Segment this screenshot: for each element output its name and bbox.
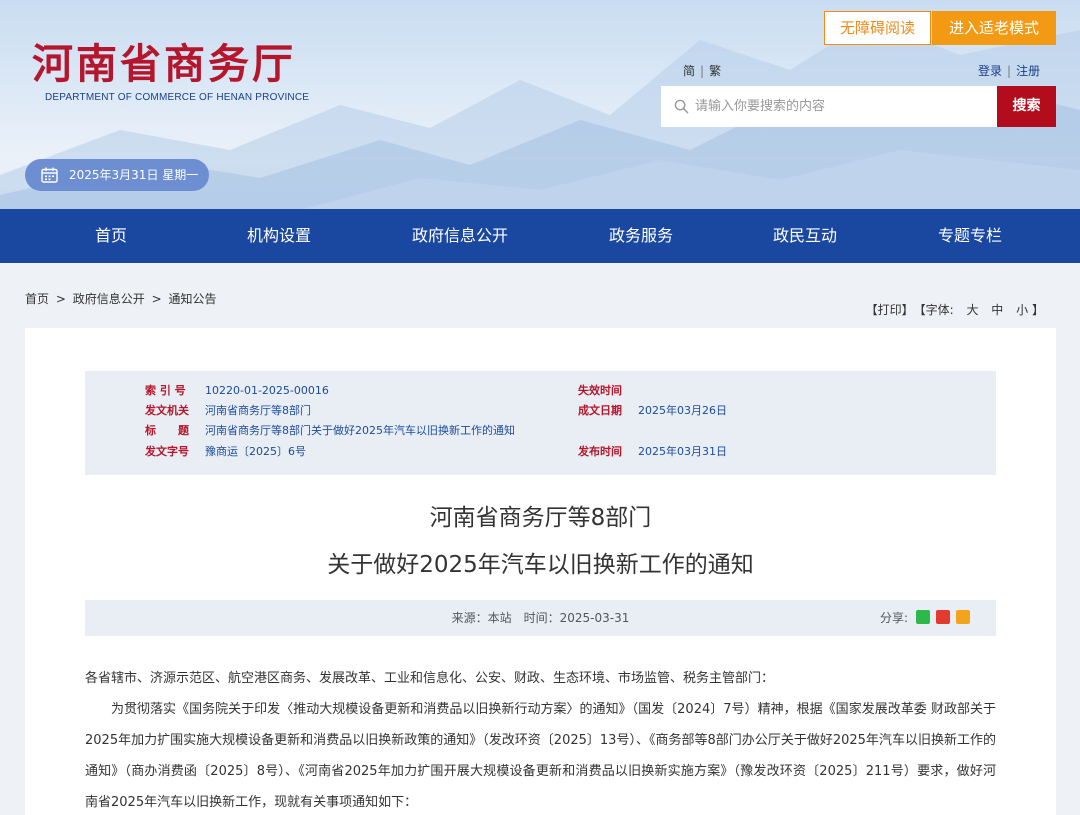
wechat-share-icon[interactable] (916, 610, 930, 624)
qq-share-icon[interactable] (956, 610, 970, 624)
nav-item-gov-services[interactable]: 政务服务 (580, 209, 702, 263)
site-logo-english: DEPARTMENT OF COMMERCE OF HENAN PROVINCE (45, 92, 310, 103)
nav-item-home[interactable]: 首页 (50, 209, 172, 263)
site-logo[interactable]: 河南省商务厅 (32, 36, 296, 92)
search-button[interactable]: 搜索 (997, 86, 1056, 127)
breadcrumb: 首页 > 政府信息公开 > 通知公告 (25, 290, 216, 307)
article-salutation: 各省辖市、济源示范区、航空港区商务、发展改革、工业和信息化、公安、财政、生态环境… (85, 671, 775, 686)
traditional-chinese-link[interactable]: 繁 (709, 62, 721, 79)
article-body: 各省辖市、济源示范区、航空港区商务、发展改革、工业和信息化、公安、财政、生态环境… (85, 663, 996, 815)
site-header: 河南省商务厅 DEPARTMENT OF COMMERCE OF HENAN P… (0, 0, 1080, 210)
article-source-bar: 来源：本站 时间：2025-03-31 分享: (85, 600, 996, 636)
meta-created-value: 2025年03月26日 (638, 404, 727, 417)
font-small-button[interactable]: 小 (1016, 301, 1028, 318)
breadcrumb-separator: > (55, 292, 66, 306)
login-link[interactable]: 登录 (978, 64, 1002, 78)
meta-issuer-value: 河南省商务厅等8部门 (205, 404, 311, 417)
register-link[interactable]: 注册 (1016, 64, 1040, 78)
article-title-line2: 关于做好2025年汽车以旧换新工作的通知 (327, 552, 754, 578)
breadcrumb-info-disclosure[interactable]: 政府信息公开 (73, 292, 145, 306)
date-text: 2025年3月31日 星期一 (69, 168, 199, 182)
language-separator: | (700, 64, 705, 78)
nav-item-interaction[interactable]: 政民互动 (744, 209, 866, 263)
article-source-time: 来源：本站 时间：2025-03-31 (451, 611, 630, 625)
search-box (661, 86, 997, 127)
nav-item-special-topics[interactable]: 专题专栏 (909, 209, 1031, 263)
accessible-reading-button[interactable]: 无障碍阅读 (824, 11, 931, 45)
user-links: 登录 | 注册 (978, 62, 1040, 79)
font-size-close: 】 (1031, 303, 1044, 317)
meta-published-value: 2025年03月31日 (638, 445, 727, 458)
user-link-separator: | (1007, 64, 1012, 78)
meta-created-label: 成文日期 (578, 404, 622, 417)
meta-title-value: 河南省商务厅等8部门关于做好2025年汽车以旧换新工作的通知 (205, 424, 515, 437)
elder-mode-button[interactable]: 进入适老模式 (932, 11, 1056, 45)
meta-title-label: 标 题 (145, 424, 189, 437)
meta-expire-label: 失效时间 (578, 384, 622, 397)
search-input[interactable] (695, 86, 993, 127)
nav-item-organization[interactable]: 机构设置 (218, 209, 340, 263)
page-tools: 【打印】【字体: 大 中 小 】 (866, 301, 1044, 318)
font-size-label: 【字体: (913, 303, 954, 317)
breadcrumb-notices[interactable]: 通知公告 (168, 292, 216, 306)
breadcrumb-home[interactable]: 首页 (25, 292, 49, 306)
meta-index-label: 索 引 号 (145, 384, 186, 397)
document-metadata: 索 引 号 10220-01-2025-00016 失效时间 发文机关 河南省商… (85, 371, 996, 475)
meta-published-label: 发布时间 (578, 445, 622, 458)
meta-docno-value: 豫商运〔2025〕6号 (205, 445, 306, 458)
weibo-share-icon[interactable] (936, 610, 950, 624)
nav-item-info-disclosure[interactable]: 政府信息公开 (390, 209, 530, 263)
article-paragraph: 为贯彻落实《国务院关于印发〈推动大规模设备更新和消费品以旧换新行动方案〉的通知》… (85, 702, 996, 810)
font-medium-button[interactable]: 中 (991, 301, 1003, 318)
article-title-line1: 河南省商务厅等8部门 (429, 505, 652, 531)
article-container: 索 引 号 10220-01-2025-00016 失效时间 发文机关 河南省商… (25, 328, 1056, 815)
share-icons (916, 610, 972, 626)
search-icon (674, 99, 689, 114)
meta-issuer-label: 发文机关 (145, 404, 189, 417)
simplified-chinese-link[interactable]: 简 (683, 62, 695, 79)
main-nav: 首页 机构设置 政府信息公开 政务服务 政民互动 专题专栏 (0, 209, 1080, 263)
meta-docno-label: 发文字号 (145, 445, 189, 458)
language-switch: 简 | 繁 (683, 62, 721, 79)
print-button[interactable]: 【打印】 (866, 301, 914, 318)
calendar-icon (41, 167, 58, 183)
breadcrumb-separator: > (151, 292, 162, 306)
share-label: 分享: (879, 611, 908, 625)
font-large-button[interactable]: 大 (966, 301, 978, 318)
current-date: 2025年3月31日 星期一 (25, 159, 209, 191)
meta-index-value: 10220-01-2025-00016 (205, 384, 329, 397)
